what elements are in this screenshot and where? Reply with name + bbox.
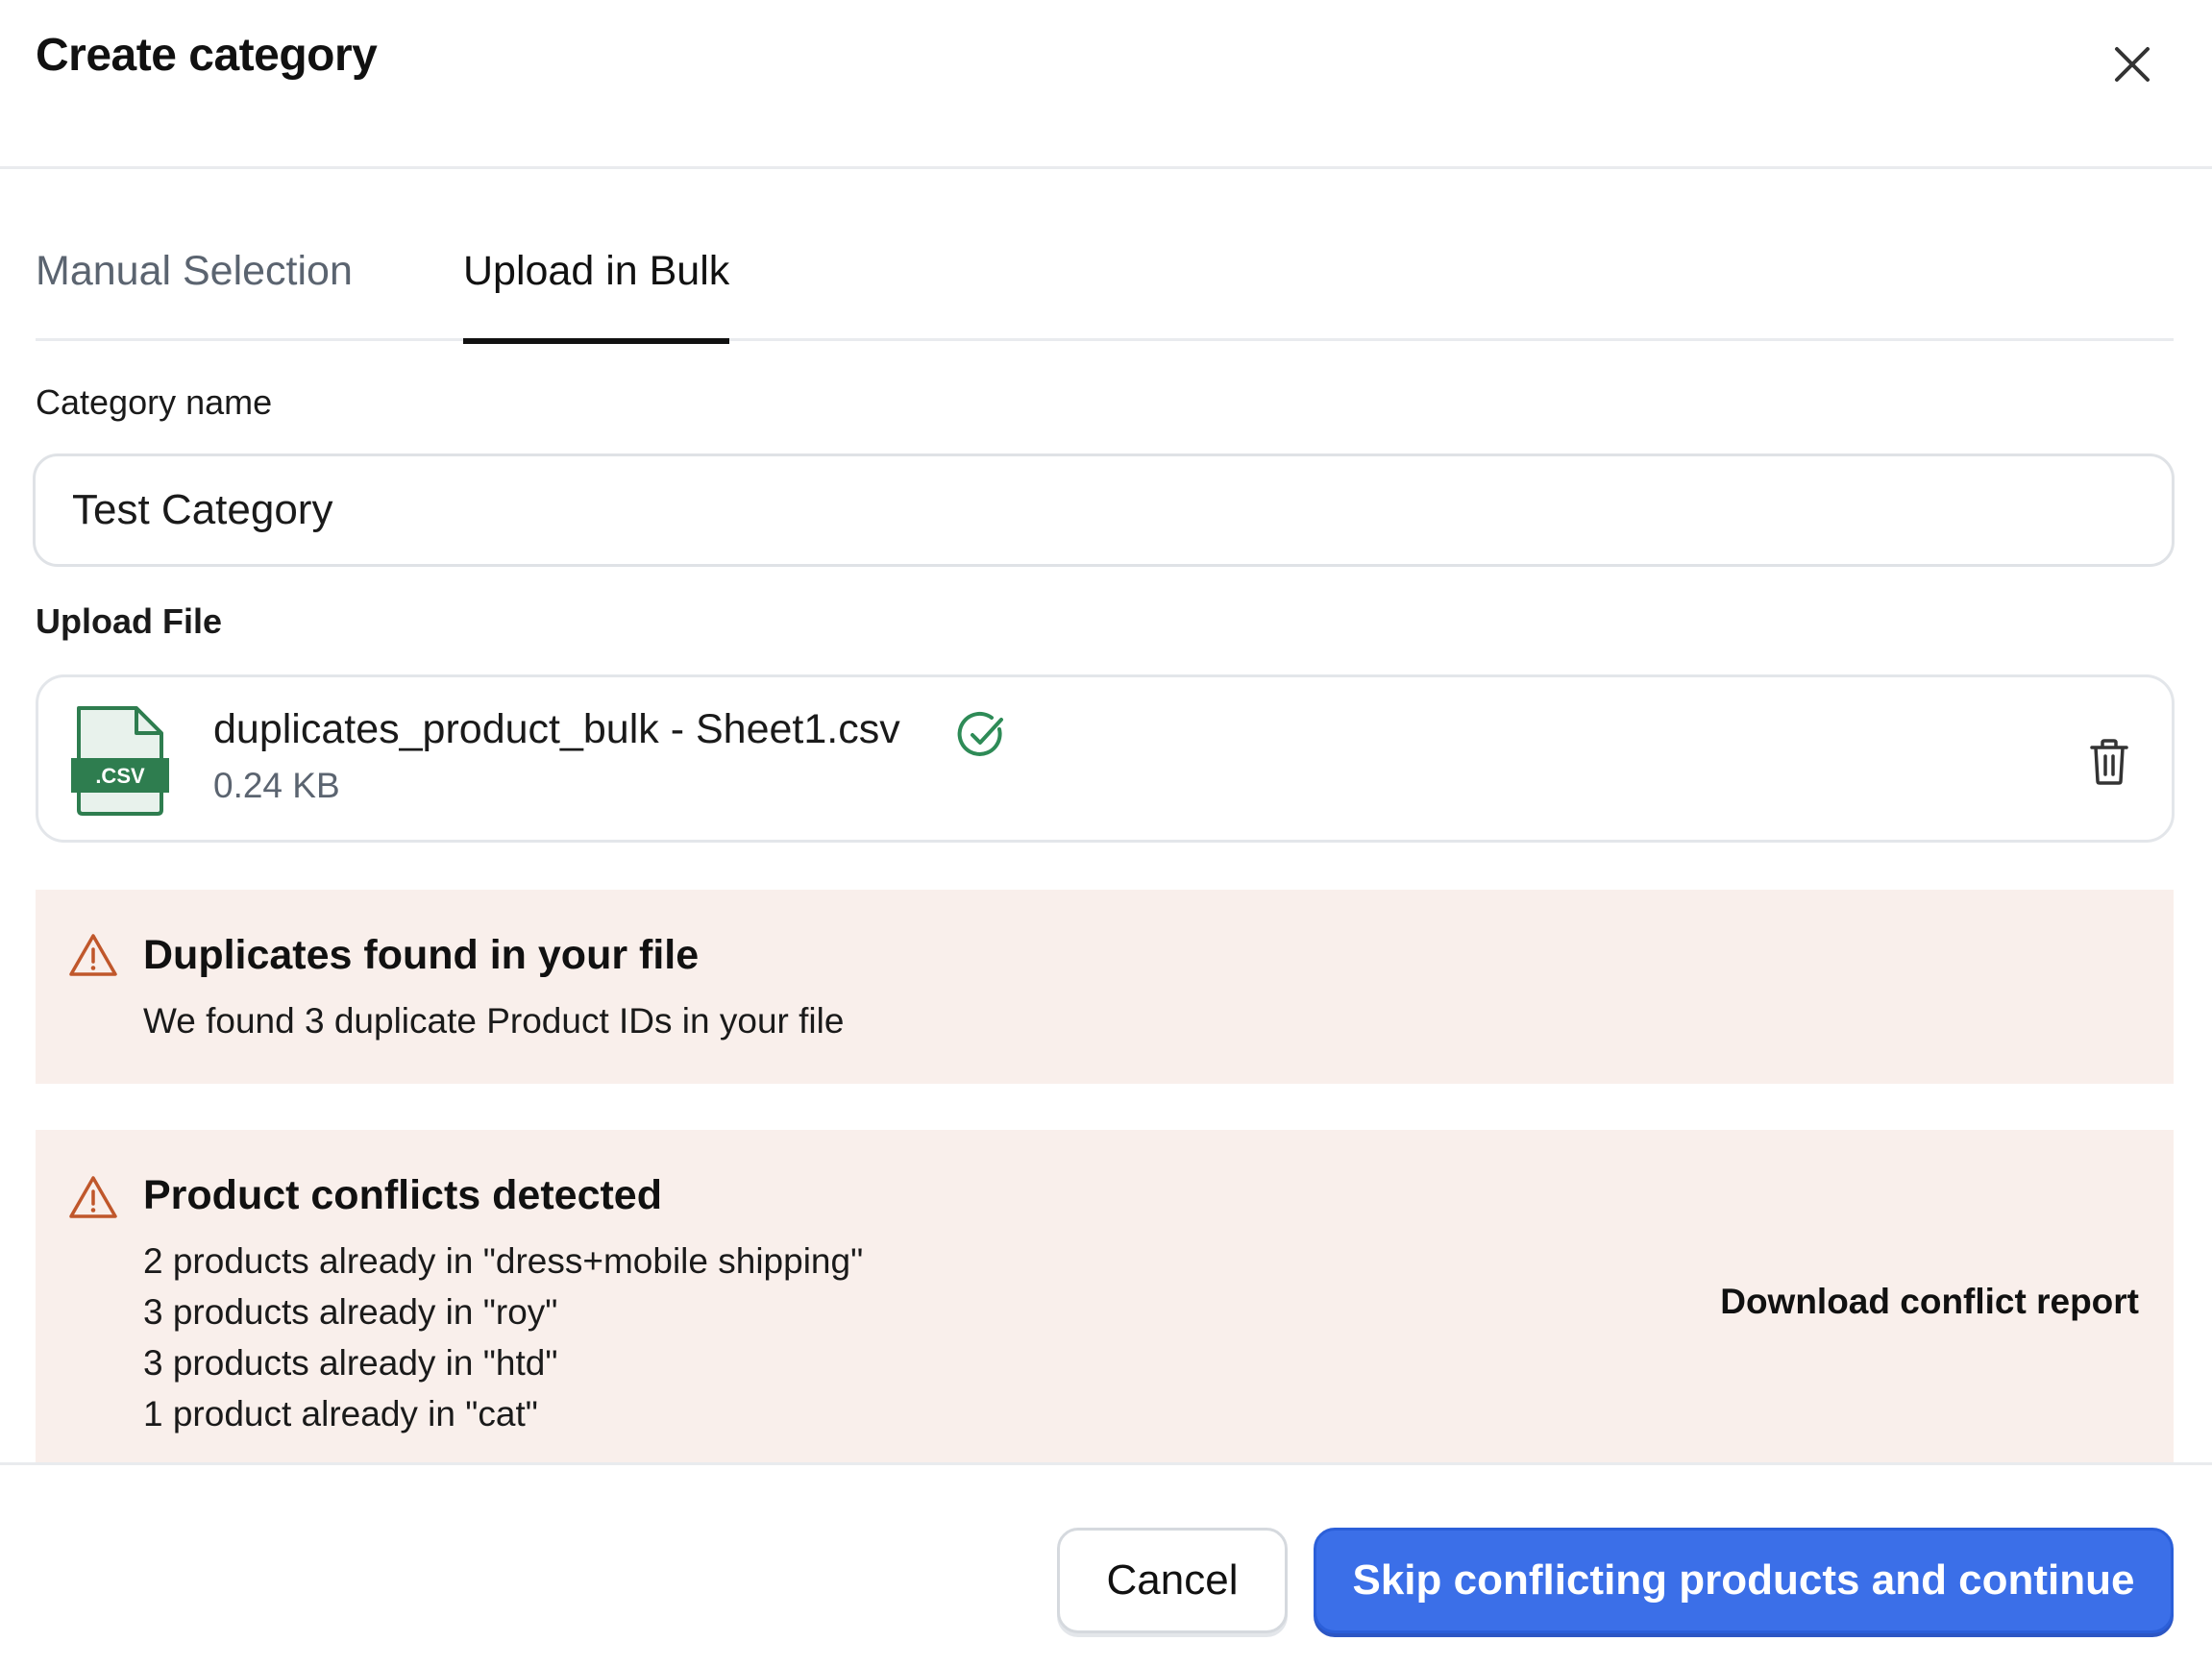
conflict-line: 2 products already in "dress+mobile ship…: [143, 1241, 864, 1281]
upload-file-label: Upload File: [36, 601, 223, 641]
tab-bar: Manual Selection Upload in Bulk: [36, 221, 2174, 344]
close-button[interactable]: [2104, 37, 2160, 92]
download-conflict-report-link[interactable]: Download conflict report: [1720, 1282, 2139, 1322]
create-category-dialog: Create category Manual Selection Upload …: [0, 0, 2212, 1666]
check-circle-icon: [957, 712, 1003, 756]
conflict-line: 3 products already in "roy": [143, 1292, 558, 1332]
duplicates-alert-title: Duplicates found in your file: [143, 932, 700, 978]
delete-file-button[interactable]: [2085, 735, 2133, 789]
close-icon: [2115, 47, 2150, 82]
dialog-header: Create category: [0, 0, 2212, 169]
category-name-input[interactable]: [33, 453, 2175, 567]
conflict-line: 3 products already in "htd": [143, 1343, 558, 1383]
conflict-line: 1 product already in "cat": [143, 1394, 538, 1433]
duplicates-alert: Duplicates found in your file We found 3…: [36, 890, 2174, 1084]
conflicts-alert: Product conflicts detected 2 products al…: [36, 1130, 2174, 1463]
duplicates-alert-text: We found 3 duplicate Product IDs in your…: [143, 1001, 845, 1041]
dialog-title: Create category: [36, 30, 378, 81]
tab-upload-in-bulk[interactable]: Upload in Bulk: [463, 221, 730, 344]
trash-icon: [2090, 739, 2128, 785]
dialog-footer: Cancel Skip conflicting products and con…: [0, 1462, 2212, 1666]
file-size: 0.24 KB: [213, 766, 340, 805]
warning-icon: [69, 934, 117, 976]
warning-icon: [69, 1176, 117, 1218]
cancel-button[interactable]: Cancel: [1057, 1528, 1288, 1633]
uploaded-file-card: .CSV duplicates_product_bulk - Sheet1.cs…: [36, 674, 2175, 843]
file-name: duplicates_product_bulk - Sheet1.csv: [213, 706, 900, 752]
skip-and-continue-button[interactable]: Skip conflicting products and continue: [1314, 1528, 2174, 1633]
csv-file-icon: .CSV: [71, 706, 169, 816]
tab-manual-selection[interactable]: Manual Selection: [36, 221, 353, 341]
conflicts-alert-title: Product conflicts detected: [143, 1172, 662, 1218]
csv-badge-text: .CSV: [95, 764, 145, 788]
category-name-label: Category name: [36, 382, 273, 422]
